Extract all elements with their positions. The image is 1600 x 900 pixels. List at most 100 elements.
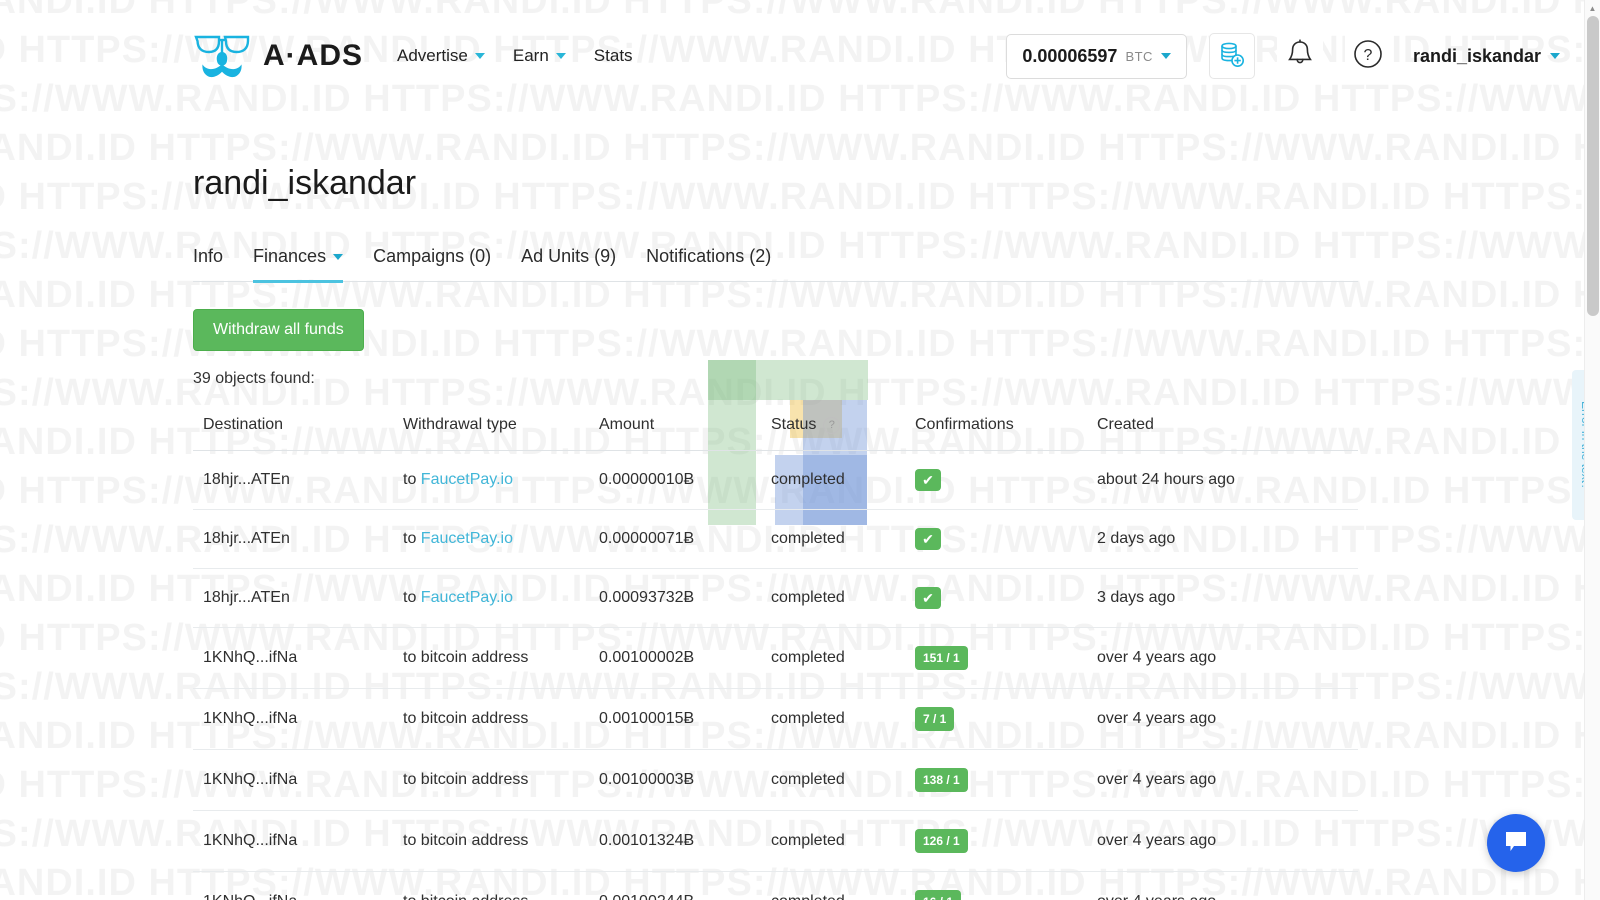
cell-destination[interactable]: 1KNhQ...ifNa [193,688,393,750]
tab-info[interactable]: Info [193,246,223,283]
cell-amount: 0.00100003Ƀ [589,749,761,811]
balance-value: 0.00006597 [1022,45,1118,66]
column-header-destination[interactable]: Destination [193,408,393,451]
cell-created: about 24 hours ago [1087,450,1358,510]
cell-confirmations: ✔ [905,450,1087,510]
chat-bubble-icon [1503,829,1529,858]
withdrawal-type-prefix: to [403,530,421,547]
notifications-button[interactable] [1276,33,1323,79]
cell-withdrawal-type: to bitcoin address [393,627,589,689]
scroll-thumb[interactable] [1587,16,1599,316]
nav-item-stats[interactable]: Stats [594,46,633,66]
table-row: 1KNhQ...ifNa to bitcoin address 0.00101324… [193,810,1358,872]
tab-campaigns[interactable]: Campaigns (0) [373,246,491,283]
nav-item-advertise-label: Advertise [397,46,468,65]
table-row: 18hjr...ATEn to FaucetPay.io 0.00093732Ƀ co… [193,568,1358,628]
main-navigation: Advertise Earn Stats [397,46,633,66]
table-row: 1KNhQ...ifNa to bitcoin address 0.00100003… [193,749,1358,811]
table-row: 1KNhQ...ifNa to bitcoin address 0.00100002… [193,627,1358,689]
chevron-down-icon [1550,53,1560,59]
column-header-status[interactable]: Status ? [761,408,905,451]
cell-amount: 0.00100002Ƀ [589,627,761,689]
withdraw-all-funds-button[interactable]: Withdraw all funds [193,309,364,351]
cell-created: over 4 years ago [1087,749,1358,811]
help-button[interactable]: ? [1344,33,1391,79]
scroll-up-arrow[interactable]: ▲ [1585,0,1600,16]
balance-dropdown[interactable]: 0.00006597 BTC [1006,33,1187,79]
question-circle-icon[interactable]: ? [823,416,841,434]
chat-button[interactable] [1487,814,1545,872]
tab-ad-units[interactable]: Ad Units (9) [521,246,616,283]
withdrawal-type-link[interactable]: FaucetPay.io [421,530,513,547]
table-row: 18hjr...ATEn to FaucetPay.io 0.00000071Ƀ co… [193,509,1358,569]
objects-found-count: 39 objects found: [193,370,315,387]
cell-created: over 4 years ago [1087,688,1358,750]
nav-item-earn[interactable]: Earn [513,46,566,66]
tab-info-label: Info [193,246,224,266]
tab-notifications-label: Notifications (2) [646,246,772,266]
cell-status[interactable]: completed [761,688,905,750]
cell-destination[interactable]: 1KNhQ...ifNa [193,749,393,811]
cell-confirmations: ✔ [905,509,1087,569]
tab-finances[interactable]: Finances [253,246,344,283]
tab-finances-label: Finances [253,246,327,266]
nav-item-earn-label: Earn [512,46,549,65]
cell-confirmations: 126 / 1 [905,810,1087,872]
page-content: randi_iskandar Info Finances Campaigns (… [0,164,1600,900]
add-funds-button[interactable] [1208,33,1255,79]
page-root: RANDI.ID HTTPS://WWW.RANDI.ID HTTPS://WW… [0,0,1600,900]
cell-confirmations: 16 / 1 [905,871,1087,900]
groucho-glasses-icon [193,30,251,82]
cell-destination: 18hjr...ATEn [193,568,393,628]
cell-amount: 0.00000071Ƀ [589,509,761,569]
confirmations-badge: 126 / 1 [915,829,968,853]
withdrawals-table-body: 18hjr...ATEn to FaucetPay.io 0.00000010Ƀ co… [193,450,1358,900]
withdrawal-type-prefix: to [403,471,421,488]
nav-item-advertise[interactable]: Advertise [397,46,485,66]
chevron-down-icon [333,253,344,260]
cell-destination[interactable]: 1KNhQ...ifNa [193,871,393,900]
cell-confirmations: 7 / 1 [905,688,1087,750]
column-header-amount[interactable]: Amount [589,408,761,451]
confirmations-badge: 7 / 1 [915,707,955,731]
cell-created: over 4 years ago [1087,810,1358,872]
cell-status: completed [761,450,905,510]
table-row: 18hjr...ATEn to FaucetPay.io 0.00000010Ƀ co… [193,450,1358,510]
cell-status[interactable]: completed [761,810,905,872]
cell-status[interactable]: completed [761,627,905,689]
withdrawal-type-link[interactable]: FaucetPay.io [421,471,513,488]
tab-notifications[interactable]: Notifications (2) [646,246,771,283]
withdrawal-type-link[interactable]: FaucetPay.io [421,589,513,606]
column-header-created[interactable]: Created [1087,408,1358,451]
cell-status[interactable]: completed [761,749,905,811]
cell-amount: 0.00101324Ƀ [589,810,761,872]
cell-withdrawal-type[interactable]: to FaucetPay.io [393,509,589,569]
cell-confirmations: 138 / 1 [905,749,1087,811]
cell-destination[interactable]: 1KNhQ...ifNa [193,810,393,872]
account-tabs: Info Finances Campaigns (0) Ad Units (9)… [193,246,1358,283]
confirmations-badge: 16 / 1 [915,890,962,900]
cell-destination: 18hjr...ATEn [193,509,393,569]
brand-home-link[interactable]: A·ADS [193,30,363,82]
column-header-confirmations[interactable]: Confirmations [905,408,1087,451]
table-header-row: Destination Withdrawal type Amount Statu… [193,408,1358,451]
table-row: 1KNhQ...ifNato bitcoin address0.00100244… [193,871,1358,900]
balance-currency: BTC [1125,48,1153,64]
check-badge-icon: ✔ [915,587,941,609]
cell-withdrawal-type[interactable]: to FaucetPay.io [393,450,589,510]
cell-created: over 4 years ago [1087,627,1358,689]
tab-campaigns-label: Campaigns (0) [373,246,492,266]
cell-created: 3 days ago [1087,568,1358,628]
nav-item-stats-label: Stats [593,46,633,65]
column-header-withdrawal-type[interactable]: Withdrawal type [393,408,589,451]
user-menu[interactable]: randi_iskandar [1413,46,1560,67]
page-scrollbar[interactable]: ▲ [1584,0,1600,900]
cell-withdrawal-type: to bitcoin address [393,810,589,872]
cell-status[interactable]: completed [761,871,905,900]
cell-created: 2 days ago [1087,509,1358,569]
question-circle-icon: ? [1353,39,1383,74]
brand-name: A·ADS [263,39,363,72]
cell-destination[interactable]: 1KNhQ...ifNa [193,627,393,689]
check-badge-icon: ✔ [915,469,941,491]
cell-withdrawal-type[interactable]: to FaucetPay.io [393,568,589,628]
